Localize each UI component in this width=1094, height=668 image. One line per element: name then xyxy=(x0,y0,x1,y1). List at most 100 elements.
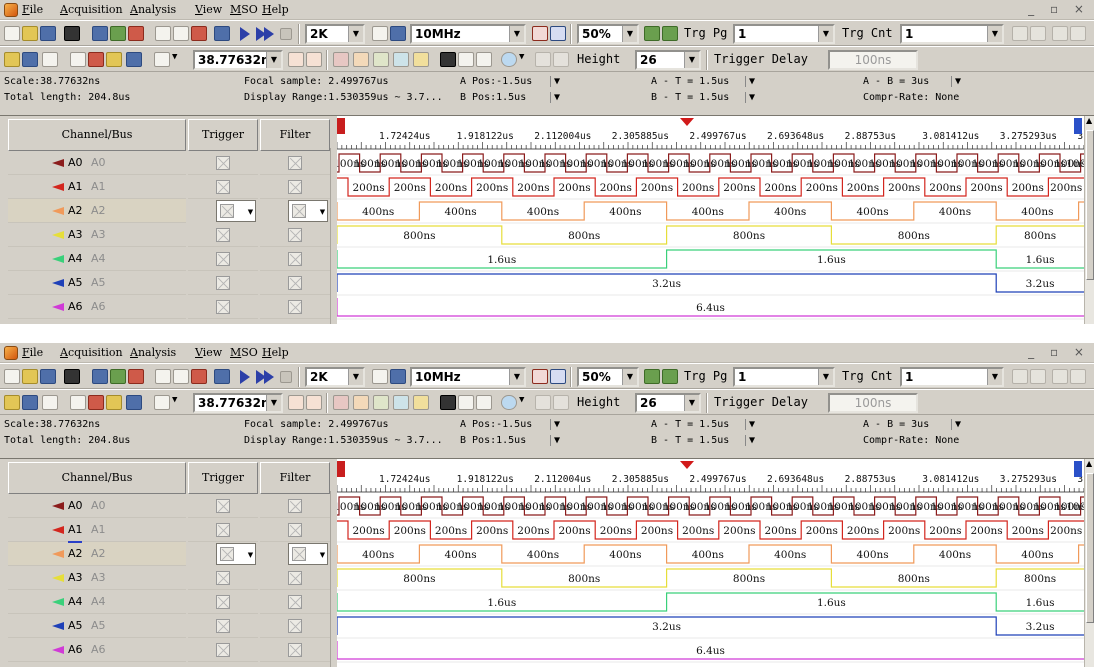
vertical-scrollbar[interactable]: ▲ xyxy=(1084,459,1094,667)
channel-cell[interactable]: A1 A1 xyxy=(8,518,186,542)
save-icon[interactable] xyxy=(40,26,56,41)
signal-blue-icon[interactable] xyxy=(550,26,566,41)
calculator-icon[interactable] xyxy=(154,52,170,67)
chevron-down-icon[interactable]: ▼ xyxy=(622,26,637,42)
scroll-up-icon[interactable]: ▲ xyxy=(1086,459,1092,468)
sample-rate-select[interactable]: 10MHz ▼ xyxy=(410,24,526,44)
info-dropdown-5[interactable]: ▼ xyxy=(951,76,961,87)
channel-color-pen-icon[interactable] xyxy=(52,598,64,606)
height-select[interactable]: 26 ▼ xyxy=(635,50,701,70)
info-dropdown-2[interactable]: ▼ xyxy=(550,92,560,103)
next-trigger-icon[interactable] xyxy=(662,26,678,41)
chart-icon[interactable] xyxy=(42,395,58,410)
trigger-checkbox-icon[interactable] xyxy=(216,300,230,314)
next-trigger-icon[interactable] xyxy=(662,369,678,384)
channel-cell[interactable]: A6 A6 xyxy=(8,638,186,662)
info-dropdown-2[interactable]: ▼ xyxy=(550,435,560,446)
zoom-in-icon[interactable] xyxy=(372,369,388,384)
trigger-checkbox-icon[interactable] xyxy=(216,523,230,537)
chevron-down-icon[interactable]: ▼ xyxy=(987,26,1002,42)
vertical-scrollbar[interactable]: ▲ xyxy=(1084,116,1094,324)
chevron-down-icon[interactable]: ▼ xyxy=(266,395,281,411)
menu-mso[interactable]: MSO xyxy=(230,346,258,359)
trigger-select[interactable]: ▼ xyxy=(216,200,256,222)
hand-icon[interactable] xyxy=(106,52,122,67)
table-icon[interactable] xyxy=(22,395,38,410)
filter-checkbox-icon[interactable] xyxy=(288,619,302,633)
filter-checkbox-icon[interactable] xyxy=(288,300,302,314)
trigger-select[interactable]: ▼ xyxy=(216,543,256,565)
clock-icon[interactable] xyxy=(501,395,517,410)
filter-checkbox-icon[interactable] xyxy=(288,228,302,242)
trigger-checkbox-icon[interactable] xyxy=(216,571,230,585)
channel-cell[interactable]: A5 A5 xyxy=(8,614,186,638)
disabled-tool-icon-4[interactable] xyxy=(1070,26,1086,41)
clock-dropdown-icon[interactable]: ▼ xyxy=(519,52,524,62)
cursor-a-marker-icon[interactable] xyxy=(337,118,345,134)
trigger-header[interactable]: Trigger xyxy=(188,462,258,494)
channel-row-a3[interactable]: A3 A3 xyxy=(0,566,335,590)
chevron-down-icon[interactable]: ▼ xyxy=(509,26,524,42)
bar-d-icon[interactable] xyxy=(393,395,409,410)
channel-color-pen-icon[interactable] xyxy=(52,231,64,239)
sample-depth-select[interactable]: 2K ▼ xyxy=(305,367,365,387)
disabled-tool-icon-3[interactable] xyxy=(1052,369,1068,384)
window-controls[interactable]: _ ▫ × xyxy=(1028,345,1090,359)
calculator-dropdown-icon[interactable]: ▼ xyxy=(172,52,177,62)
bar-d-icon[interactable] xyxy=(393,52,409,67)
binoculars-icon[interactable] xyxy=(440,395,456,410)
channel-row-a2[interactable]: A2 A2 ▼ ▼ xyxy=(0,541,335,566)
trg-pg-select[interactable]: 1 ▼ xyxy=(733,24,835,44)
info-dropdown-3[interactable]: ▼ xyxy=(745,419,755,430)
info-dropdown-4[interactable]: ▼ xyxy=(745,92,755,103)
chevron-down-icon[interactable]: ▼ xyxy=(818,26,833,42)
binoculars-icon[interactable] xyxy=(440,52,456,67)
open-folder-icon[interactable] xyxy=(22,369,38,384)
scroll-thumb[interactable] xyxy=(1086,473,1094,623)
filter-select[interactable]: ▼ xyxy=(288,200,328,222)
disabled-tool-icon-3[interactable] xyxy=(1052,26,1068,41)
channel-row-a5[interactable]: A5 A5 xyxy=(0,614,335,638)
bar-b-icon[interactable] xyxy=(353,395,369,410)
channel-cell[interactable]: A1 A1 xyxy=(8,175,186,199)
zoom-in-icon[interactable] xyxy=(372,26,388,41)
channel-cell[interactable]: A4 A4 xyxy=(8,247,186,271)
trg-pg-select[interactable]: 1 ▼ xyxy=(733,367,835,387)
channel-cell[interactable]: A3 A3 xyxy=(8,566,186,590)
info-dropdown-4[interactable]: ▼ xyxy=(745,435,755,446)
prev-trigger-icon[interactable] xyxy=(644,369,660,384)
bar-c-icon[interactable] xyxy=(373,395,389,410)
filter-checkbox-icon[interactable] xyxy=(288,252,302,266)
chevron-down-icon[interactable]: ▼ xyxy=(246,544,255,566)
calendar-icon[interactable] xyxy=(126,395,142,410)
capture-stop-icon[interactable] xyxy=(128,26,144,41)
channel-color-pen-icon[interactable] xyxy=(52,303,64,311)
channel-color-pen-icon[interactable] xyxy=(52,207,64,215)
cursor-b-marker-icon[interactable] xyxy=(1074,118,1082,134)
bar-b-icon[interactable] xyxy=(353,52,369,67)
trigger-checkbox-icon[interactable] xyxy=(220,547,234,561)
channel-row-a1[interactable]: A1 A1 xyxy=(0,175,335,199)
channel-row-a2[interactable]: A2 A2 ▼ ▼ xyxy=(0,199,335,223)
cursor-b-marker-icon[interactable] xyxy=(1074,461,1082,477)
channel-cell[interactable]: A2 A2 xyxy=(8,541,186,566)
position-select[interactable]: 38.77632n ▼ xyxy=(193,50,283,70)
disabled-tool-icon-1[interactable] xyxy=(1012,369,1028,384)
channel-color-pen-icon[interactable] xyxy=(52,279,64,287)
step-forward-icon[interactable] xyxy=(476,52,492,67)
bar-a-icon[interactable] xyxy=(333,52,349,67)
bar-e-icon[interactable] xyxy=(413,395,429,410)
signal-red-icon[interactable] xyxy=(532,369,548,384)
trg-cnt-select[interactable]: 1 ▼ xyxy=(900,24,1004,44)
trg-cnt-select[interactable]: 1 ▼ xyxy=(900,367,1004,387)
trigger-checkbox-icon[interactable] xyxy=(220,204,234,218)
menu-mso[interactable]: MSO xyxy=(230,3,258,16)
new-file-icon[interactable] xyxy=(4,26,20,41)
stop-icon[interactable] xyxy=(280,28,292,40)
new-file-icon[interactable] xyxy=(4,369,20,384)
trigger-checkbox-icon[interactable] xyxy=(216,595,230,609)
channel-row-a3[interactable]: A3 A3 xyxy=(0,223,335,247)
sample-depth-select[interactable]: 2K ▼ xyxy=(305,24,365,44)
pointer-icon[interactable] xyxy=(70,395,86,410)
select-icon[interactable] xyxy=(88,395,104,410)
